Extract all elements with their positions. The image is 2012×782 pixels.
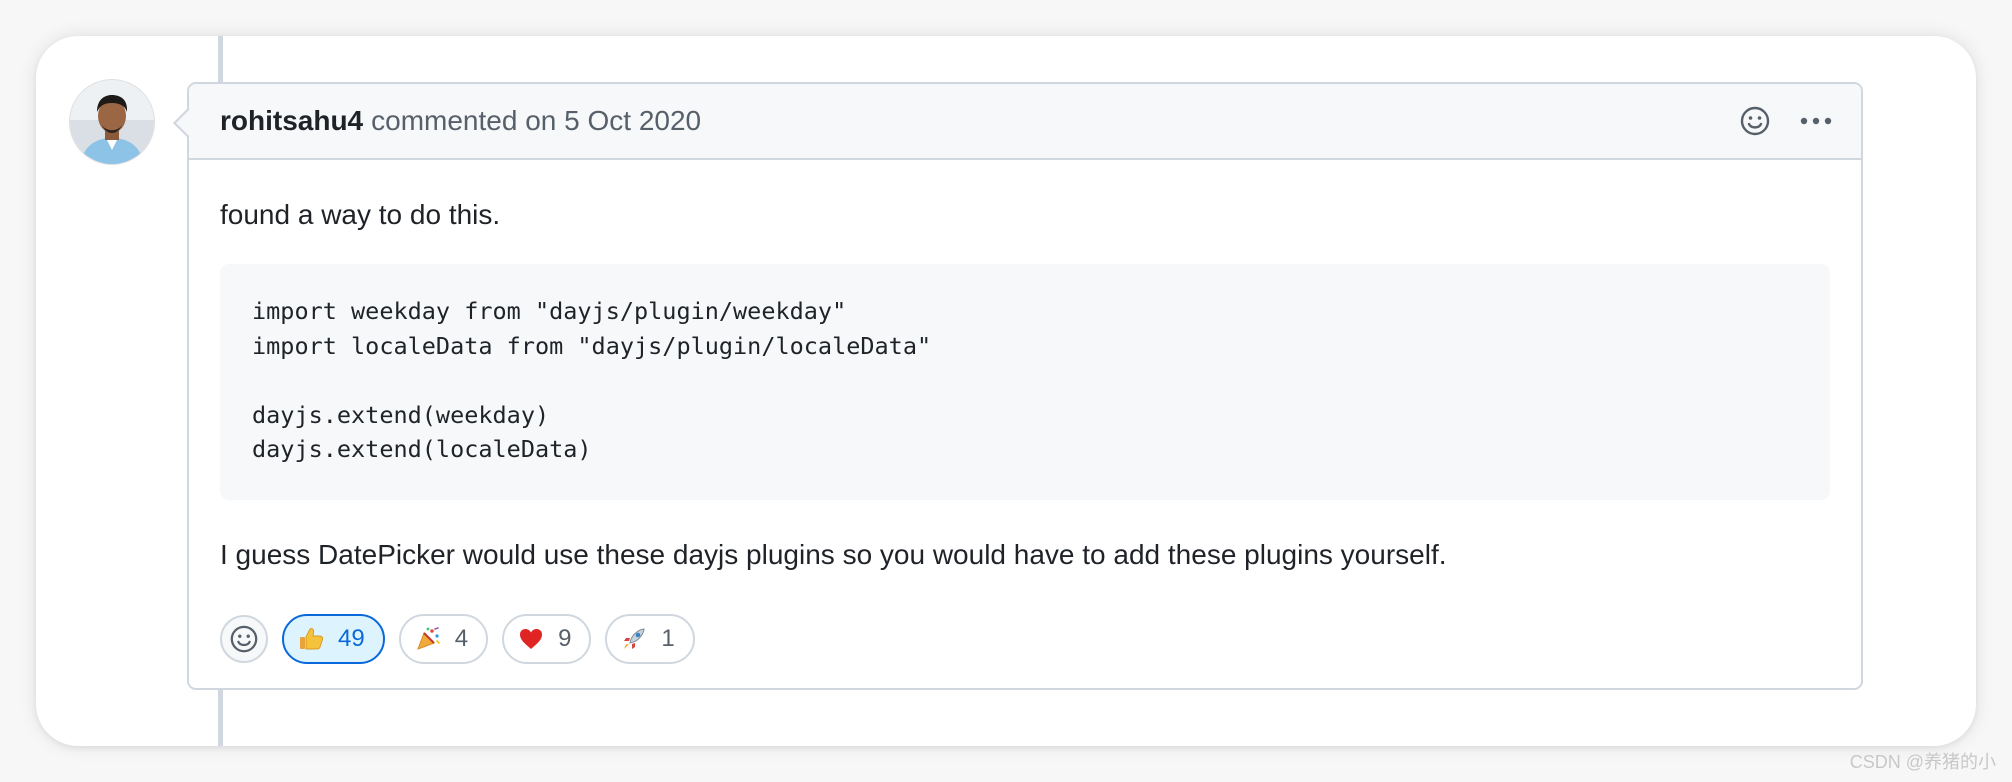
- reaction-count: 9: [558, 625, 572, 652]
- code-block: import weekday from "dayjs/plugin/weekda…: [220, 264, 1830, 500]
- reactions-bar: 49 4 9 1: [220, 614, 695, 664]
- reaction-count: 4: [454, 625, 469, 652]
- avatar[interactable]: [70, 80, 154, 164]
- comment-caret-fill: [176, 109, 190, 137]
- add-reaction-header-button[interactable]: [1739, 105, 1771, 137]
- header-actions: [1739, 105, 1833, 137]
- reaction-rocket[interactable]: 1: [605, 614, 695, 664]
- smiley-icon: [1740, 106, 1770, 136]
- comment-header: rohitsahu4 commented on 5 Oct 2020: [189, 84, 1861, 160]
- avatar-photo: [70, 80, 154, 164]
- reaction-heart[interactable]: 9: [502, 614, 592, 664]
- comment-intro-text: found a way to do this.: [220, 199, 501, 230]
- thumbs-up-icon: [298, 626, 324, 652]
- smiley-icon: [230, 625, 258, 653]
- tada-icon: [415, 626, 441, 652]
- code-line: dayjs.extend(localeData): [252, 435, 592, 463]
- reaction-tada[interactable]: 4: [398, 614, 489, 664]
- comment-box: rohitsahu4 commented on 5 Oct 2020 found…: [173, 82, 1863, 690]
- watermark: CSDN @养猪的小: [1849, 752, 1996, 772]
- reaction-count: 1: [661, 625, 675, 652]
- kebab-horizontal-icon: [1800, 117, 1832, 125]
- heart-icon: [518, 626, 544, 652]
- comment-outro-text: I guess DatePicker would use these dayjs…: [220, 539, 1447, 570]
- code-line: import weekday from "dayjs/plugin/weekda…: [252, 297, 847, 325]
- add-reaction-button[interactable]: [220, 615, 268, 663]
- code-line: import localeData from "dayjs/plugin/loc…: [252, 331, 932, 360]
- reaction-thumbs-up[interactable]: 49: [282, 614, 385, 664]
- reaction-count: 49: [338, 625, 365, 652]
- comment-frame: rohitsahu4 commented on 5 Oct 2020 found…: [36, 36, 1976, 746]
- comment-body: found a way to do this. import weekday f…: [189, 160, 1861, 576]
- comment-timestamp[interactable]: commented on 5 Oct 2020: [371, 105, 701, 137]
- code-line: dayjs.extend(weekday): [252, 400, 550, 429]
- more-options-button[interactable]: [1799, 116, 1833, 126]
- author-link[interactable]: rohitsahu4: [220, 105, 363, 137]
- rocket-icon: [621, 626, 647, 652]
